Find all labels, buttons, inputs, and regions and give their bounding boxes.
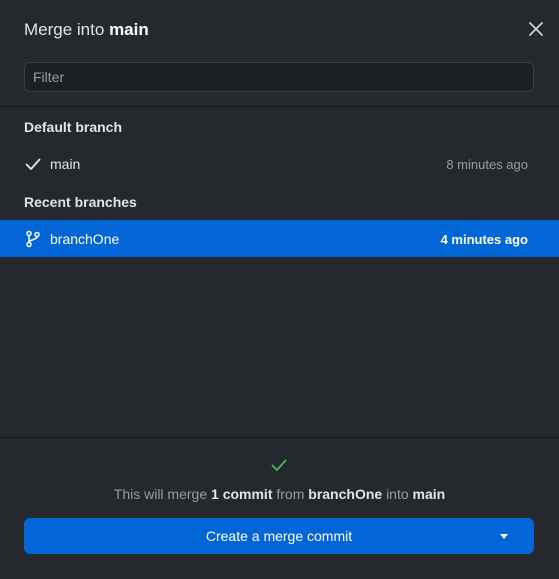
- close-icon[interactable]: [527, 20, 545, 38]
- create-merge-commit-button[interactable]: Create a merge commit: [24, 518, 534, 554]
- default-branch-heading: Default branch: [24, 119, 123, 135]
- summary-from: from: [276, 486, 305, 502]
- merge-summary: This will merge 1 commit from branchOne …: [0, 486, 559, 502]
- dialog-footer: This will merge 1 commit from branchOne …: [0, 437, 559, 579]
- summary-prefix: This will merge: [113, 486, 208, 502]
- summary-commit-count: 1 commit: [211, 486, 273, 502]
- git-branch-icon: [26, 230, 40, 248]
- caret-down-icon[interactable]: [500, 534, 508, 539]
- divider: [0, 106, 559, 107]
- filter-input[interactable]: [24, 62, 534, 92]
- merge-dialog: Merge into main Default branch main 8 mi…: [0, 0, 559, 579]
- branch-time: 8 minutes ago: [446, 157, 528, 172]
- summary-source-branch: branchOne: [308, 486, 383, 502]
- branch-name: main: [50, 156, 81, 172]
- check-icon: [25, 158, 41, 170]
- merge-button-label: Create a merge commit: [205, 528, 353, 544]
- summary-into: into: [386, 486, 409, 502]
- dialog-header: Merge into main: [0, 0, 559, 62]
- dialog-title-branch: main: [109, 20, 149, 39]
- branch-name: branchOne: [50, 231, 120, 247]
- branch-time: 4 minutes ago: [440, 232, 528, 247]
- dialog-title-prefix: Merge into: [24, 20, 105, 39]
- summary-target-branch: main: [412, 486, 446, 502]
- branch-item-main[interactable]: main 8 minutes ago: [0, 145, 559, 182]
- check-icon: [271, 459, 287, 471]
- dialog-title: Merge into main: [24, 20, 149, 40]
- filter-container: [24, 62, 534, 92]
- recent-branches-heading: Recent branches: [24, 194, 137, 210]
- branch-item-branchone[interactable]: branchOne 4 minutes ago: [0, 220, 559, 257]
